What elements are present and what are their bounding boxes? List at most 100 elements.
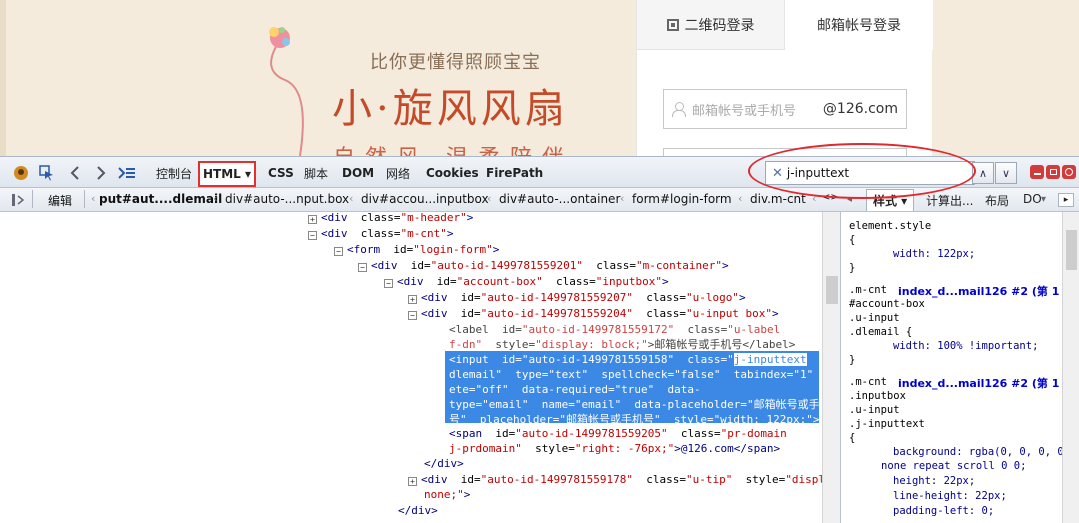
side-scroll-right-icon[interactable]: ▸ (1058, 193, 1074, 207)
tree-node[interactable]: + <div id="auto-id-1499781559178" class="… (408, 472, 822, 488)
tab-style[interactable]: 样式 ▾ (866, 189, 915, 211)
css-property[interactable]: width: 100% !important; (893, 340, 1038, 352)
expand-icon[interactable]: + (308, 215, 317, 224)
style-scrollbar[interactable] (1062, 212, 1079, 523)
attr-value: "auto-id-1499781559207" (480, 291, 633, 304)
rule-source-link[interactable]: index_d...mail126 #2 (第 1 行) (898, 283, 1062, 299)
tab-html[interactable]: HTML ▾ (198, 161, 256, 187)
tree-node[interactable]: − <div id="account-box" class="inputbox"> (384, 274, 669, 290)
inspect-button[interactable] (36, 162, 58, 184)
expand-icon[interactable]: + (408, 295, 417, 304)
crumb-login-form[interactable]: form#login-form (632, 192, 732, 206)
rule-selector[interactable]: .u-input (849, 312, 900, 324)
crumb-m-cnt[interactable]: div.m-cnt (750, 192, 806, 206)
command-line-button[interactable] (116, 162, 138, 184)
attr-name: id= (436, 275, 457, 288)
search-next-button[interactable]: ∨ (995, 162, 1017, 184)
tree-node[interactable]: </div> (398, 503, 438, 519)
css-property-cont[interactable]: none repeat scroll 0 0; (881, 460, 1026, 472)
tree-scrollbar[interactable] (822, 212, 840, 523)
collapse-icon[interactable]: − (308, 231, 317, 240)
tab-qr-login[interactable]: 二维码登录 (637, 0, 785, 50)
expand-icon[interactable]: + (408, 477, 417, 486)
tree-scrollbar-thumb[interactable] (826, 276, 838, 304)
collapse-icon[interactable]: − (358, 263, 367, 272)
rule-selector[interactable]: .u-input (849, 404, 900, 416)
tree-node[interactable]: − <form id="login-form"> (334, 242, 499, 258)
collapse-icon[interactable]: − (408, 311, 417, 320)
email-domain: @126.com (822, 101, 898, 117)
minimize-button[interactable] (1030, 165, 1044, 179)
attr-name: id= (410, 259, 431, 272)
tab-dom[interactable]: DOM (336, 162, 380, 184)
clear-search-icon[interactable]: ✕ (772, 166, 783, 181)
firebug-icon (14, 166, 28, 180)
tab-firepath[interactable]: FirePath (480, 162, 549, 184)
attr-name: id= (393, 243, 414, 256)
tab-net[interactable]: 网络 (380, 162, 416, 184)
command-line-icon (118, 167, 135, 179)
crumb-input[interactable]: put#aut....dlemail (99, 192, 222, 206)
tab-email-login[interactable]: 邮箱帐号登录 (785, 0, 933, 50)
firebug-menu-button[interactable] (10, 162, 32, 184)
search-prev-button[interactable]: ∧ (972, 162, 994, 184)
tree-node[interactable]: − <div class="m-cnt"> (308, 226, 453, 242)
collapse-icon[interactable]: − (384, 279, 393, 288)
password-input[interactable] (663, 148, 907, 156)
tree-node[interactable]: − <div id="auto-id-1499781559201" class="… (358, 258, 729, 274)
side-tabs-menu-icon[interactable]: ▾ (1041, 194, 1046, 205)
rule-selector[interactable]: .inputbox (849, 390, 906, 402)
rule-selector[interactable]: #account-box (849, 298, 925, 310)
back-button[interactable] (64, 162, 86, 184)
tab-cookies[interactable]: Cookies (420, 162, 485, 184)
rule-selector[interactable]: .m-cnt (849, 284, 887, 296)
css-property[interactable]: height: 22px; (893, 475, 975, 487)
selected-line: <input id="auto-id-1499781559158" class=… (449, 353, 734, 366)
tree-node[interactable]: none;"> (424, 487, 470, 503)
close-button[interactable] (1062, 165, 1076, 179)
crumb-input-box[interactable]: div#auto-...nput.box (225, 192, 349, 206)
style-scrollbar-thumb[interactable] (1066, 230, 1077, 270)
selected-node[interactable]: <input id="auto-id-1499781559158" class=… (445, 351, 822, 426)
tree-node[interactable]: <span id="auto-id-1499781559205" class="… (449, 426, 787, 442)
search-match: j-inputtext (733, 353, 807, 366)
rule-source-link[interactable]: index_d...mail126 #2 (第 1 行) (898, 375, 1062, 391)
tab-script[interactable]: 脚本 (298, 162, 334, 184)
tree-node[interactable]: + <div class="m-header"> (308, 212, 473, 226)
collapse-icon[interactable]: − (334, 247, 343, 256)
email-input[interactable]: 邮箱帐号或手机号 @126.com (663, 89, 907, 129)
tab-computed[interactable]: 计算出... (926, 192, 973, 209)
edit-button[interactable]: 编辑 (48, 192, 72, 209)
css-property[interactable]: line-height: 22px; (893, 490, 1007, 502)
tree-node[interactable]: j-prdomain" style="right: -76px;">@126.c… (449, 441, 780, 457)
tab-layout[interactable]: 布局 (985, 192, 1009, 209)
crumb-more[interactable]: <> (822, 192, 839, 203)
css-property[interactable]: background: rgba(0, 0, 0, 0) (893, 446, 1062, 458)
tree-node[interactable]: </div> (424, 456, 464, 472)
tree-node[interactable]: <label id="auto-id-1499781559172" class=… (449, 322, 780, 338)
tree-node[interactable]: + <div id="auto-id-1499781559207" class="… (408, 290, 746, 306)
rule-selector[interactable]: .dlemail { (849, 326, 912, 338)
tab-dom-side[interactable]: DO (1023, 192, 1042, 206)
crumb-account-box[interactable]: div#accou...inputbox (361, 192, 489, 206)
forward-button[interactable] (90, 162, 112, 184)
layout-toggle-button[interactable] (8, 189, 28, 211)
rule-selector[interactable]: element.style (849, 220, 931, 232)
rule-brace: { (849, 234, 856, 246)
tree-node[interactable]: − <div id="auto-id-1499781559204" class="… (408, 306, 779, 322)
side-scroll-left-icon[interactable]: ◂ (847, 194, 852, 205)
detach-button[interactable] (1046, 165, 1060, 179)
tag-end: > (463, 488, 471, 501)
rule-selector[interactable]: .j-inputtext (849, 418, 925, 430)
search-input[interactable]: ✕ j-inputtext (765, 161, 975, 185)
css-property[interactable]: width: 122px; (893, 248, 975, 260)
css-property[interactable]: padding-left: 0; (893, 505, 994, 517)
tab-css[interactable]: CSS (262, 162, 300, 184)
crumb-separator: ‹ (487, 192, 492, 205)
tab-console[interactable]: 控制台 (150, 162, 198, 184)
rule-selector[interactable]: .m-cnt (849, 376, 887, 388)
attr-value: "auto-id-1499781559205" (515, 427, 668, 440)
tag-name: <form (347, 243, 381, 256)
crumb-container[interactable]: div#auto-...ontainer (499, 192, 620, 206)
attr-value: "right: -76px;" (574, 442, 675, 455)
